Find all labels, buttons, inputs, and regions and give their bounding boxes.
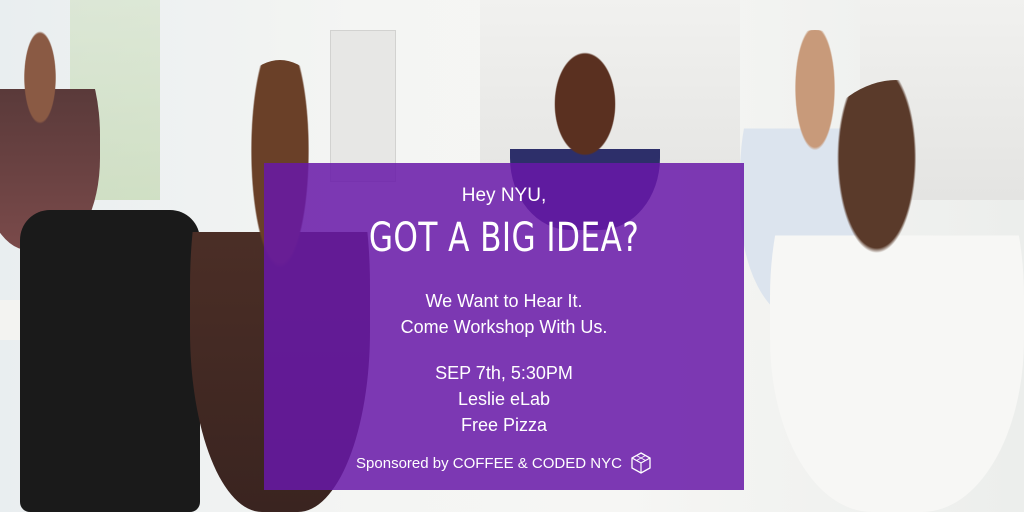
greeting: Hey NYU, (461, 185, 547, 206)
event-card: Hey NYU, GOT A BIG IDEA? We Want to Hear… (264, 163, 744, 490)
tagline-line-1: We Want to Hear It. (425, 291, 583, 311)
event-location: Leslie eLab (457, 389, 551, 409)
office-chair (20, 210, 200, 512)
person-man-right (770, 80, 1024, 512)
event-datetime: SEP 7th, 5:30PM (435, 363, 573, 383)
headline: GOT A BIG IDEA? (368, 215, 640, 261)
event-perk: Free Pizza (460, 415, 548, 435)
sponsor-text: Sponsored by COFFEE & CODED NYC (356, 454, 622, 472)
tagline-line-2: Come Workshop With Us. (400, 317, 608, 337)
cube-logo-icon (630, 452, 652, 474)
sponsor-line: Sponsored by COFFEE & CODED NYC (264, 452, 744, 474)
